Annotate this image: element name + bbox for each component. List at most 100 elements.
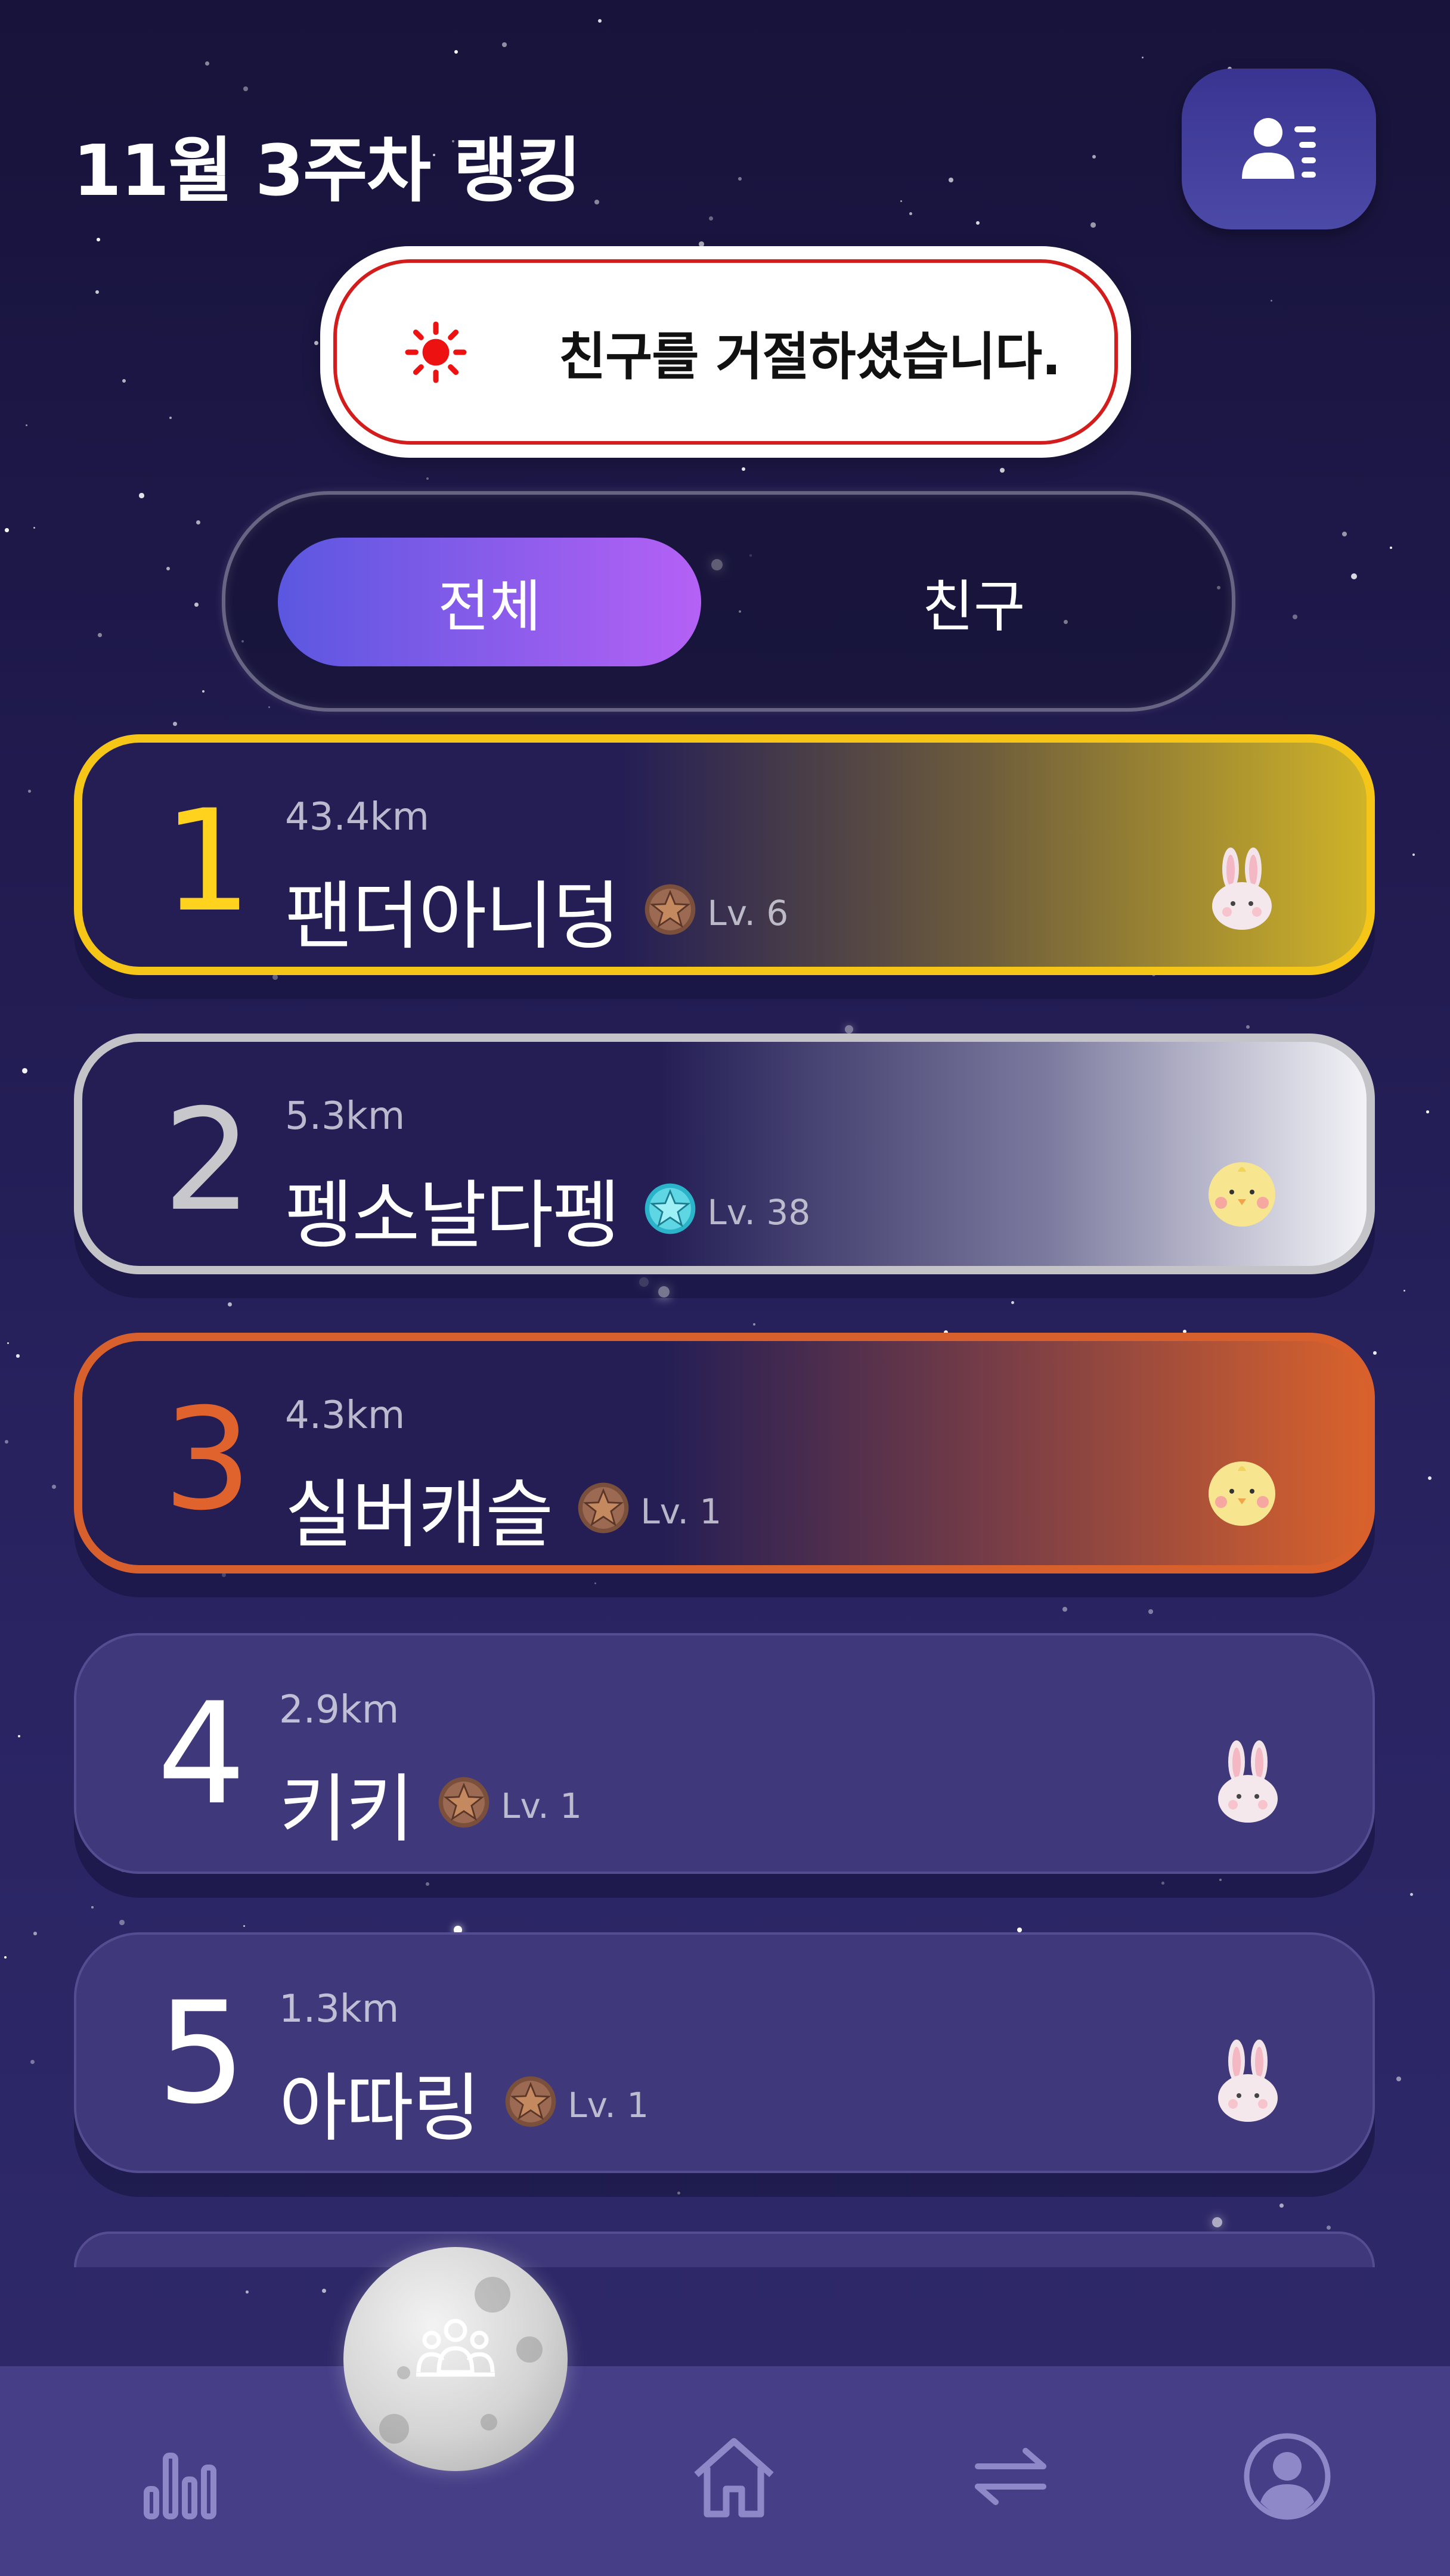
nickname: 아따링 [279, 2066, 481, 2152]
rank-number: 3 [163, 1379, 252, 1541]
star [1000, 468, 1005, 473]
chick-avatar-icon [1209, 1461, 1275, 1526]
bronze-star-badge-icon [438, 1777, 489, 1828]
star [598, 19, 602, 23]
star [98, 633, 102, 637]
star [1428, 1476, 1432, 1481]
star [169, 417, 172, 419]
ranking-chart-icon[interactable] [135, 2432, 224, 2521]
star [122, 379, 126, 383]
group-people-icon [416, 2319, 495, 2377]
nickname: 실버캐슬 [285, 1472, 553, 1558]
page-title: 11월 3주차 랭킹 [73, 129, 581, 212]
star [1293, 614, 1297, 619]
friends-moon-button[interactable] [343, 2247, 568, 2471]
bronze-star-badge-icon [578, 1482, 629, 1534]
nickname: 펭소날다펭 [285, 1173, 620, 1259]
star [1062, 1607, 1067, 1612]
star [1390, 547, 1393, 550]
star [1279, 2203, 1284, 2208]
star [194, 603, 199, 607]
ranking-card-2[interactable]: 2 5.3km 펭소날다펭 Lv. 38 [74, 1033, 1375, 1274]
star [658, 1286, 670, 1298]
star [976, 221, 980, 225]
star [1403, 1290, 1406, 1292]
ranking-card-5[interactable]: 5 1.3km 아따링 Lv. 1 [74, 1932, 1375, 2173]
bronze-star-badge-icon [645, 884, 696, 935]
star [166, 567, 171, 571]
star [268, 706, 271, 709]
star [1412, 854, 1415, 856]
star [900, 200, 902, 202]
friend-list-button[interactable] [1182, 69, 1376, 229]
star [502, 42, 507, 47]
bunny-avatar-icon [1218, 2040, 1278, 2122]
bunny-avatar-icon [1218, 1740, 1278, 1823]
level-label: Lv. 6 [707, 893, 789, 933]
contact-card-icon [1242, 118, 1316, 179]
rank-number: 5 [157, 1972, 246, 2135]
star [1090, 222, 1096, 228]
star [1327, 2226, 1331, 2230]
cyan-star-badge-icon [645, 1183, 696, 1234]
ranking-filter-segment: 전체 친구 [222, 491, 1235, 712]
home-icon[interactable] [689, 2432, 779, 2521]
rank-number: 2 [163, 1079, 252, 1242]
star [97, 238, 100, 241]
star [5, 1440, 8, 1444]
star [1161, 1882, 1164, 1885]
star [228, 1302, 233, 1307]
exchange-icon[interactable] [966, 2432, 1055, 2521]
star [243, 1925, 246, 1928]
star [246, 2291, 249, 2293]
distance-label: 2.9km [279, 1688, 399, 1732]
distance-label: 5.3km [285, 1094, 405, 1138]
star [426, 1882, 430, 1886]
ranking-card-4[interactable]: 4 2.9km 키키 Lv. 1 [74, 1633, 1375, 1874]
star [173, 722, 177, 726]
star [1410, 1893, 1414, 1897]
star [91, 1906, 94, 1908]
star [322, 2289, 326, 2293]
ranking-card-3[interactable]: 3 4.3km 실버캐슬 Lv. 1 [74, 1333, 1375, 1573]
rank-number: 4 [157, 1673, 246, 1836]
star [1351, 573, 1358, 580]
star [1212, 2217, 1223, 2228]
star [16, 1354, 20, 1358]
rank-number: 1 [163, 780, 252, 943]
star [314, 341, 319, 346]
star [594, 1582, 597, 1585]
distance-label: 4.3km [285, 1393, 405, 1438]
star [272, 974, 278, 980]
toast-message: 친구를 거절하셨습니다. [559, 327, 1061, 387]
level-label: Lv. 1 [501, 1786, 583, 1826]
star [677, 2192, 681, 2195]
star [1017, 1928, 1022, 1932]
tab-friends[interactable]: 친구 [762, 538, 1185, 666]
star [594, 200, 599, 204]
ranking-card-6-partial [74, 2232, 1375, 2267]
distance-label: 43.4km [285, 795, 429, 839]
nickname: 팬더아니덩 [285, 874, 620, 960]
star [196, 520, 200, 524]
star [30, 2060, 35, 2065]
star [1396, 2077, 1401, 2081]
star [202, 690, 205, 693]
star [52, 1485, 57, 1489]
star [205, 61, 209, 66]
chick-avatar-icon [1209, 1162, 1275, 1227]
star [1246, 1025, 1250, 1029]
star [1373, 1351, 1377, 1355]
star [119, 1920, 125, 1925]
star [1426, 1110, 1429, 1113]
profile-icon[interactable] [1243, 2432, 1332, 2521]
star [1011, 1301, 1014, 1304]
star [26, 424, 28, 427]
star [95, 290, 99, 294]
level-label: Lv. 1 [568, 2085, 649, 2125]
star [1271, 300, 1273, 302]
star [949, 178, 953, 182]
tab-all[interactable]: 전체 [278, 538, 701, 666]
star [33, 527, 36, 529]
ranking-card-1[interactable]: 1 43.4km 팬더아니덩 Lv. 6 [74, 734, 1375, 975]
